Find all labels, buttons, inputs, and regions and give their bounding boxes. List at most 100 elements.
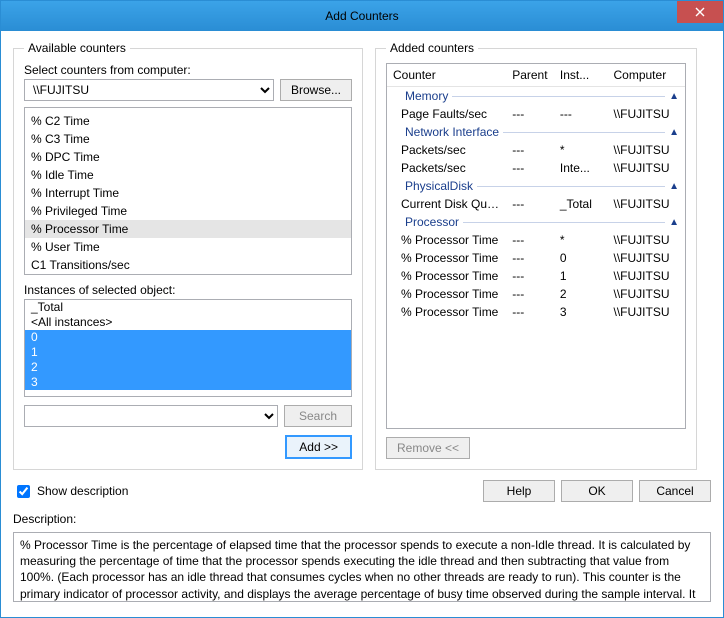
cell-parent: --- [506,141,554,159]
table-row[interactable]: Page Faults/sec------\\FUJITSU [387,105,685,123]
cell-parent: --- [506,105,554,123]
cell-computer: \\FUJITSU [608,285,686,303]
cell-instance: Inte... [554,159,608,177]
counter-item[interactable]: % User Time [25,238,351,256]
group-row[interactable]: PhysicalDisk ▲ [387,177,685,195]
cell-parent: --- [506,159,554,177]
show-description-text: Show description [37,484,128,498]
counter-item[interactable]: % Privileged Time [25,202,351,220]
cell-parent: --- [506,303,554,321]
window-title: Add Counters [325,9,398,23]
collapse-icon[interactable]: ▲ [669,127,679,138]
instance-item[interactable]: 3 [25,375,351,390]
cell-instance: * [554,231,608,249]
close-button[interactable] [677,1,723,23]
group-row[interactable]: Network Interface ▲ [387,123,685,141]
counter-item[interactable]: % Idle Time [25,166,351,184]
instances-listbox[interactable]: _Total<All instances>0123 [24,299,352,397]
description-box[interactable]: % Processor Time is the percentage of el… [13,532,711,602]
col-instance[interactable]: Inst... [554,64,608,87]
col-computer[interactable]: Computer [608,64,686,87]
cell-counter: Page Faults/sec [387,105,506,123]
help-button[interactable]: Help [483,480,555,502]
select-computer-label: Select counters from computer: [24,63,352,77]
computer-select[interactable]: \\FUJITSU [24,79,274,101]
remove-button[interactable]: Remove << [386,437,470,459]
description-label: Description: [13,512,711,526]
counter-item[interactable]: C1 Transitions/sec [25,256,351,274]
group-name: Network Interface [405,125,499,139]
group-name: Processor [405,215,459,229]
col-parent[interactable]: Parent [506,64,554,87]
table-row[interactable]: Packets/sec---*\\FUJITSU [387,141,685,159]
cell-computer: \\FUJITSU [608,159,686,177]
browse-button[interactable]: Browse... [280,79,352,101]
instance-item[interactable]: 0 [25,330,351,345]
instance-item[interactable]: _Total [25,300,351,315]
table-row[interactable]: Packets/sec---Inte...\\FUJITSU [387,159,685,177]
show-description-label[interactable]: Show description [13,482,128,501]
group-name: Memory [405,89,448,103]
col-counter[interactable]: Counter [387,64,506,87]
dialog-window: Add Counters Available counters Select c… [0,0,724,618]
instance-item[interactable]: 1 [25,345,351,360]
added-counters-legend: Added counters [386,41,478,55]
group-row[interactable]: Processor ▲ [387,213,685,231]
cell-computer: \\FUJITSU [608,249,686,267]
show-description-checkbox[interactable] [17,485,30,498]
collapse-icon[interactable]: ▲ [669,91,679,102]
under-columns-row: Show description Help OK Cancel [13,480,711,502]
cell-instance: * [554,141,608,159]
collapse-icon[interactable]: ▲ [669,181,679,192]
cell-counter: Current Disk Queue ... [387,195,506,213]
cell-counter: % Processor Time [387,249,506,267]
columns: Available counters Select counters from … [13,41,711,470]
cell-computer: \\FUJITSU [608,231,686,249]
counter-item[interactable]: % C2 Time [25,112,351,130]
dialog-content: Available counters Select counters from … [1,31,723,617]
search-row: Search [24,405,352,427]
ok-button[interactable]: OK [561,480,633,502]
add-button[interactable]: Add >> [285,435,352,459]
group-name: PhysicalDisk [405,179,473,193]
table-row[interactable]: Current Disk Queue ...---_Total\\FUJITSU [387,195,685,213]
counters-listbox[interactable]: % C1 Time% C2 Time% C3 Time% DPC Time% I… [24,107,352,275]
cell-computer: \\FUJITSU [608,303,686,321]
collapse-icon[interactable]: ▲ [669,217,679,228]
cell-counter: Packets/sec [387,141,506,159]
description-text: % Processor Time is the percentage of el… [20,538,695,602]
add-row: Add >> [24,435,352,459]
cancel-button[interactable]: Cancel [639,480,711,502]
available-counters-panel: Available counters Select counters from … [13,41,363,470]
search-button[interactable]: Search [284,405,352,427]
group-row[interactable]: Memory ▲ [387,87,685,106]
cell-parent: --- [506,285,554,303]
dialog-buttons: Help OK Cancel [483,480,711,502]
table-row[interactable]: % Processor Time---2\\FUJITSU [387,285,685,303]
cell-counter: % Processor Time [387,285,506,303]
counter-item[interactable]: % C3 Time [25,130,351,148]
counter-item[interactable]: % DPC Time [25,148,351,166]
added-table-wrap[interactable]: Counter Parent Inst... Computer Memory▲P… [386,63,686,429]
cell-parent: --- [506,267,554,285]
cell-counter: % Processor Time [387,267,506,285]
cell-instance: 1 [554,267,608,285]
instance-item[interactable]: 2 [25,360,351,375]
instance-item[interactable]: <All instances> [25,315,351,330]
cell-counter: % Processor Time [387,231,506,249]
counter-item[interactable]: % Processor Time [25,220,351,238]
cell-parent: --- [506,249,554,267]
cell-parent: --- [506,195,554,213]
table-row[interactable]: % Processor Time---0\\FUJITSU [387,249,685,267]
table-row[interactable]: % Processor Time---*\\FUJITSU [387,231,685,249]
close-icon [695,7,705,17]
table-row[interactable]: % Processor Time---3\\FUJITSU [387,303,685,321]
cell-computer: \\FUJITSU [608,141,686,159]
cell-parent: --- [506,231,554,249]
added-counters-panel: Added counters Counter Parent Inst... Co… [375,41,697,470]
search-combo[interactable] [24,405,278,427]
table-row[interactable]: % Processor Time---1\\FUJITSU [387,267,685,285]
cell-computer: \\FUJITSU [608,105,686,123]
cell-instance: _Total [554,195,608,213]
counter-item[interactable]: % Interrupt Time [25,184,351,202]
